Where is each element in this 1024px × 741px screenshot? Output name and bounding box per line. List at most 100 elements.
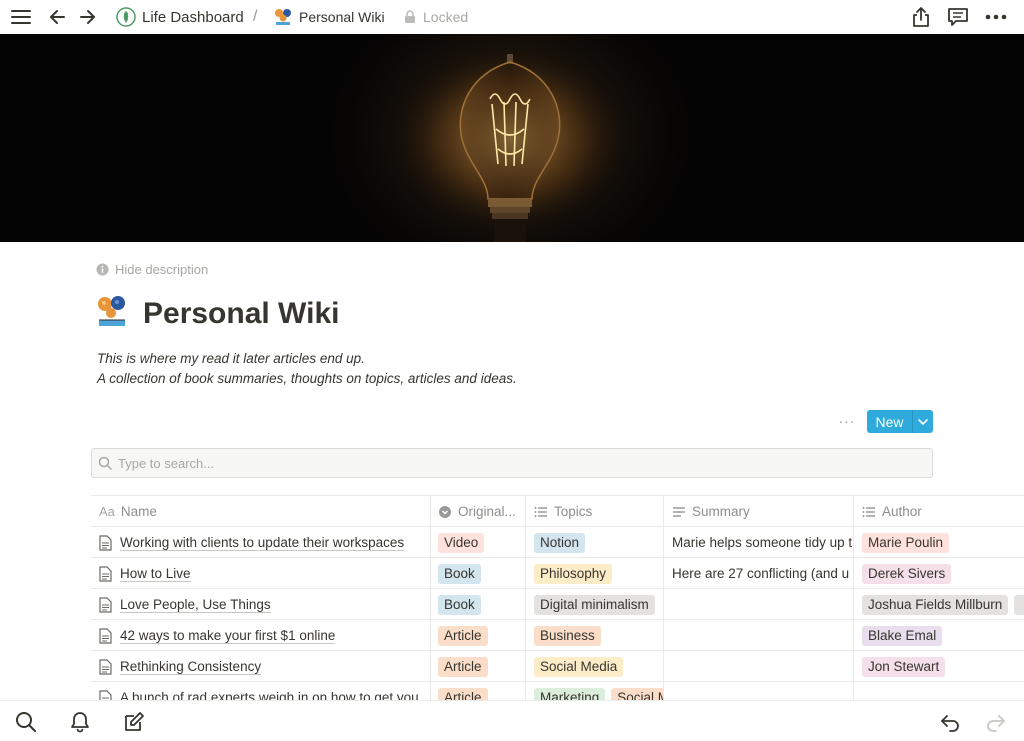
top-bar: Life Dashboard / Personal Wiki Locked bbox=[0, 0, 1024, 34]
arrow-left-icon[interactable] bbox=[44, 4, 70, 30]
original-cell[interactable]: Book bbox=[431, 558, 526, 589]
column-header-topics[interactable]: Topics bbox=[526, 496, 664, 527]
table-row[interactable]: Rethinking Consistency Article Social Me… bbox=[91, 651, 1024, 682]
chevron-down-icon[interactable] bbox=[913, 410, 933, 433]
compose-icon[interactable] bbox=[121, 709, 147, 735]
page-document-icon bbox=[99, 627, 112, 644]
breadcrumb-current[interactable]: Personal Wiki bbox=[299, 0, 385, 34]
tag: Jon Stewart bbox=[862, 656, 946, 677]
topics-cell[interactable]: Marketing Social M bbox=[526, 682, 664, 700]
page-emoji-icon[interactable] bbox=[96, 295, 128, 329]
summary-cell[interactable] bbox=[664, 620, 854, 651]
row-title[interactable]: How to Live bbox=[120, 566, 191, 582]
row-title[interactable]: Working with clients to update their wor… bbox=[120, 535, 405, 551]
search-bar[interactable] bbox=[91, 448, 933, 478]
tag: Book bbox=[438, 563, 481, 584]
search-icon[interactable] bbox=[13, 709, 39, 735]
original-cell[interactable]: Article bbox=[431, 620, 526, 651]
tag: Marketing bbox=[534, 687, 606, 700]
name-cell[interactable]: Working with clients to update their wor… bbox=[91, 527, 431, 558]
tag: Social Media bbox=[534, 656, 624, 677]
wiki-emoji-icon bbox=[270, 4, 296, 30]
summary-cell[interactable]: Marie helps someone tidy up t bbox=[664, 527, 854, 558]
hide-description-toggle[interactable]: Hide description bbox=[96, 262, 208, 277]
text-property-icon: Aa bbox=[99, 504, 115, 519]
table-row[interactable]: Love People, Use Things Book Digital min… bbox=[91, 589, 1024, 620]
name-cell[interactable]: Rethinking Consistency bbox=[91, 651, 431, 682]
bell-icon[interactable] bbox=[67, 709, 93, 735]
locked-label: Locked bbox=[423, 9, 469, 25]
summary-cell[interactable] bbox=[664, 589, 854, 620]
search-icon bbox=[98, 456, 112, 470]
leaf-icon bbox=[113, 4, 139, 30]
column-header-author[interactable]: Author bbox=[854, 496, 1024, 527]
summary-cell[interactable] bbox=[664, 651, 854, 682]
summary-cell[interactable] bbox=[664, 682, 854, 700]
table-row[interactable]: A bunch of rad experts weigh in on how t… bbox=[91, 682, 1024, 700]
author-cell[interactable]: Marie Poulin bbox=[854, 527, 1024, 558]
column-header-original[interactable]: Original... bbox=[431, 496, 526, 527]
comment-icon[interactable] bbox=[945, 4, 971, 30]
redo-icon[interactable] bbox=[983, 709, 1009, 735]
page-document-icon bbox=[99, 596, 112, 613]
name-cell[interactable]: Love People, Use Things bbox=[91, 589, 431, 620]
name-cell[interactable]: A bunch of rad experts weigh in on how t… bbox=[91, 682, 431, 700]
hamburger-icon[interactable] bbox=[8, 4, 34, 30]
row-title[interactable]: 42 ways to make your first $1 online bbox=[120, 628, 336, 644]
original-cell[interactable]: Article bbox=[431, 682, 526, 700]
page-document-icon bbox=[99, 658, 112, 675]
topics-cell[interactable]: Notion bbox=[526, 527, 664, 558]
column-label: Topics bbox=[554, 504, 593, 519]
table-row[interactable]: Working with clients to update their wor… bbox=[91, 527, 1024, 558]
topics-cell[interactable]: Philosophy bbox=[526, 558, 664, 589]
author-cell[interactable]: Jon Stewart bbox=[854, 651, 1024, 682]
original-cell[interactable]: Article bbox=[431, 651, 526, 682]
description-line: This is where my read it later articles … bbox=[97, 351, 365, 366]
breadcrumb-parent[interactable]: Life Dashboard bbox=[142, 0, 244, 34]
column-header-name[interactable]: Aa Name bbox=[91, 496, 431, 527]
search-input[interactable] bbox=[118, 455, 818, 471]
more-icon[interactable] bbox=[982, 4, 1010, 30]
tag: Article bbox=[438, 687, 488, 700]
tag: Joshua Fields Millburn bbox=[862, 594, 1009, 615]
table-row[interactable]: 42 ways to make your first $1 online Art… bbox=[91, 620, 1024, 651]
page-document-icon bbox=[99, 565, 112, 582]
original-cell[interactable]: Video bbox=[431, 527, 526, 558]
topics-cell[interactable]: Business bbox=[526, 620, 664, 651]
author-cell[interactable] bbox=[854, 682, 1024, 700]
lock-icon bbox=[401, 4, 419, 30]
tag: Digital minimalism bbox=[534, 594, 655, 615]
tag: Derek Sivers bbox=[862, 563, 952, 584]
page-description: This is where my read it later articles … bbox=[97, 349, 517, 389]
view-options-button[interactable]: ··· bbox=[836, 411, 858, 431]
name-cell[interactable]: How to Live bbox=[91, 558, 431, 589]
info-icon bbox=[96, 263, 109, 276]
column-header-summary[interactable]: Summary bbox=[664, 496, 854, 527]
share-icon[interactable] bbox=[908, 4, 934, 30]
new-button-label[interactable]: New bbox=[867, 410, 913, 433]
table-row[interactable]: How to Live Book Philosophy Here are 27 … bbox=[91, 558, 1024, 589]
row-title[interactable]: Rethinking Consistency bbox=[120, 659, 262, 675]
author-cell[interactable]: Blake Emal bbox=[854, 620, 1024, 651]
column-label: Original... bbox=[458, 504, 516, 519]
row-title[interactable]: A bunch of rad experts weigh in on how t… bbox=[120, 690, 419, 701]
text-lines-icon bbox=[673, 506, 685, 517]
undo-icon[interactable] bbox=[937, 709, 963, 735]
page-title: Personal Wiki bbox=[143, 297, 340, 330]
name-cell[interactable]: 42 ways to make your first $1 online bbox=[91, 620, 431, 651]
table-header: Aa Name Original... Topics Summary Autho… bbox=[91, 496, 1024, 527]
author-cell[interactable]: Joshua Fields Millburn bbox=[854, 589, 1024, 620]
tag bbox=[1014, 594, 1024, 615]
arrow-right-icon[interactable] bbox=[75, 4, 101, 30]
row-title[interactable]: Love People, Use Things bbox=[120, 597, 271, 613]
new-button[interactable]: New bbox=[867, 410, 933, 433]
column-label: Summary bbox=[692, 504, 750, 519]
topics-cell[interactable]: Digital minimalism bbox=[526, 589, 664, 620]
breadcrumb-separator: / bbox=[253, 8, 258, 25]
summary-cell[interactable]: Here are 27 conflicting (and u bbox=[664, 558, 854, 589]
tag: Marie Poulin bbox=[862, 532, 950, 553]
tag: Video bbox=[438, 532, 485, 553]
original-cell[interactable]: Book bbox=[431, 589, 526, 620]
topics-cell[interactable]: Social Media bbox=[526, 651, 664, 682]
author-cell[interactable]: Derek Sivers bbox=[854, 558, 1024, 589]
